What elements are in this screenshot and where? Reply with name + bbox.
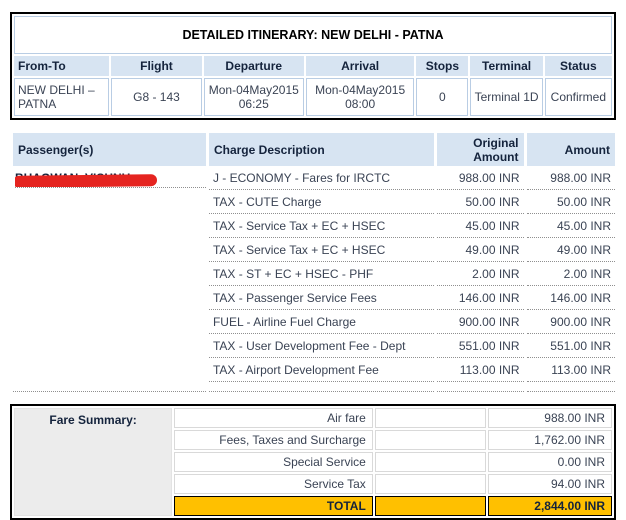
charge-original-amount: 49.00 INR — [437, 240, 524, 262]
col-header-stops: Stops — [416, 56, 469, 76]
total-amount: 2,844.00 INR — [488, 496, 612, 516]
col-header-passengers: Passenger(s) — [13, 133, 206, 166]
col-header-charge-description: Charge Description — [208, 133, 435, 166]
col-header-amount: Amount — [526, 133, 615, 166]
fare-row-amount: 988.00 INR — [488, 408, 612, 428]
departure-value: Mon-04May2015 06:25 — [203, 78, 304, 116]
stops-value: 0 — [416, 78, 469, 116]
charge-amount: 50.00 INR — [526, 192, 615, 214]
fare-row-amount: 1,762.00 INR — [488, 430, 612, 450]
charge-amount: 45.00 INR — [526, 216, 615, 238]
charge-amount: 146.00 INR — [526, 288, 615, 310]
col-header-arrival: Arrival — [305, 56, 415, 76]
fare-row-amount: 94.00 INR — [488, 474, 612, 494]
charge-amount: 900.00 INR — [526, 312, 615, 334]
charge-original-amount: 50.00 INR — [437, 192, 524, 214]
charge-original-amount: 113.00 INR — [437, 360, 524, 382]
passenger-name: BHAGWAN, VISHNU — [15, 171, 206, 188]
charge-description: TAX - Service Tax + EC + HSEC — [208, 216, 435, 238]
terminal-value: Terminal 1D — [470, 78, 543, 116]
col-header-flight: Flight — [111, 56, 202, 76]
charge-original-amount: 551.00 INR — [437, 336, 524, 358]
empty-cell — [208, 384, 435, 392]
col-header-from-to: From-To — [14, 56, 110, 76]
charge-amount: 988.00 INR — [526, 168, 615, 190]
total-label: TOTAL — [174, 496, 373, 516]
passenger-cell: BHAGWAN, VISHNU — [13, 168, 206, 392]
charge-original-amount: 988.00 INR — [437, 168, 524, 190]
charge-original-amount: 45.00 INR — [437, 216, 524, 238]
charges-table: Passenger(s) Charge Description Original… — [10, 131, 618, 394]
col-header-original-amount: Original Amount — [437, 133, 524, 166]
fare-row-label: Special Service — [174, 452, 373, 472]
fare-row-amount: 0.00 INR — [488, 452, 612, 472]
itinerary-data-row: NEW DELHI – PATNA G8 - 143 Mon-04May2015… — [14, 78, 612, 116]
fare-row-spacer — [374, 430, 487, 450]
detailed-itinerary-table: DETAILED ITINERARY: NEW DELHI - PATNA Fr… — [10, 12, 616, 120]
fare-summary-label: Fare Summary: — [14, 408, 173, 516]
charge-description: TAX - Airport Development Fee — [208, 360, 435, 382]
charge-amount: 113.00 INR — [526, 360, 615, 382]
col-header-terminal: Terminal — [470, 56, 543, 76]
from-to-value: NEW DELHI – PATNA — [14, 78, 110, 116]
col-header-status: Status — [544, 56, 612, 76]
fare-summary-table: Fare Summary: Air fare 988.00 INR Fees, … — [10, 404, 616, 520]
itinerary-title: DETAILED ITINERARY: NEW DELHI - PATNA — [14, 16, 612, 54]
fare-summary-row: Fare Summary: Air fare 988.00 INR — [14, 408, 612, 516]
itinerary-page: DETAILED ITINERARY: NEW DELHI - PATNA Fr… — [0, 0, 626, 520]
fare-row-label: Service Tax — [174, 474, 373, 494]
charge-original-amount: 146.00 INR — [437, 288, 524, 310]
charge-amount: 49.00 INR — [526, 240, 615, 262]
fare-row-spacer — [374, 408, 487, 428]
col-header-departure: Departure — [203, 56, 304, 76]
flight-value: G8 - 143 — [111, 78, 202, 116]
charge-description: TAX - Passenger Service Fees — [208, 288, 435, 310]
charge-description: TAX - User Development Fee - Dept — [208, 336, 435, 358]
fare-row-label: Fees, Taxes and Surcharge — [174, 430, 373, 450]
charge-description: TAX - Service Tax + EC + HSEC — [208, 240, 435, 262]
fare-row-spacer — [374, 452, 487, 472]
charge-row: BHAGWAN, VISHNU J - ECONOMY - Fares for … — [13, 168, 615, 392]
total-spacer — [374, 496, 487, 516]
itinerary-title-row: DETAILED ITINERARY: NEW DELHI - PATNA — [14, 16, 612, 54]
charge-amount: 551.00 INR — [526, 336, 615, 358]
charge-original-amount: 2.00 INR — [437, 264, 524, 286]
empty-cell — [526, 384, 615, 392]
arrival-value: Mon-04May2015 08:00 — [305, 78, 415, 116]
charge-description: TAX - ST + EC + HSEC - PHF — [208, 264, 435, 286]
charge-description: TAX - CUTE Charge — [208, 192, 435, 214]
charge-original-amount: 900.00 INR — [437, 312, 524, 334]
empty-cell — [437, 384, 524, 392]
fare-row-label: Air fare — [174, 408, 373, 428]
fare-row-spacer — [374, 474, 487, 494]
charge-amount: 2.00 INR — [526, 264, 615, 286]
redaction-bar — [15, 174, 158, 187]
status-value: Confirmed — [544, 78, 612, 116]
charge-description: FUEL - Airline Fuel Charge — [208, 312, 435, 334]
charge-description: J - ECONOMY - Fares for IRCTC — [208, 168, 435, 190]
charges-header-row: Passenger(s) Charge Description Original… — [13, 133, 615, 166]
itinerary-header-row: From-To Flight Departure Arrival Stops T… — [14, 56, 612, 76]
